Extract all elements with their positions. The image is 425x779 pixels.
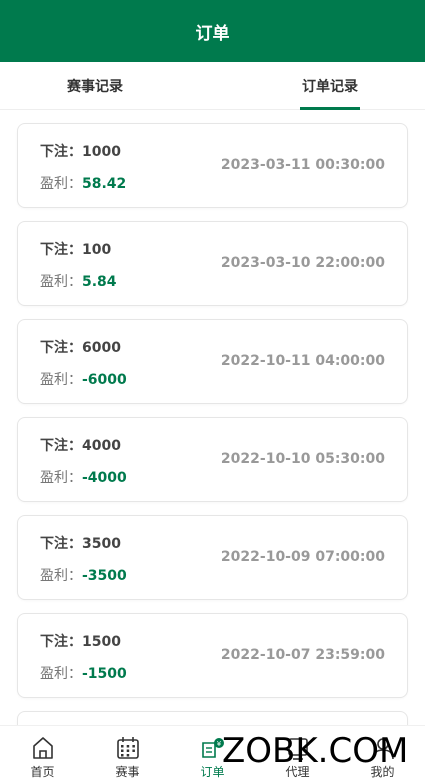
order-card[interactable]: 下注：1500 盈利：-1500 2022-10-07 23:59:00	[17, 613, 408, 698]
bet-amount: 下注：3500	[40, 533, 121, 553]
bet-amount: 下注：4000	[40, 435, 121, 455]
tab-label: 订单记录	[302, 79, 358, 95]
bet-label: 下注：	[40, 242, 82, 258]
nav-label: 赛事	[115, 765, 140, 779]
page-header: 订单	[0, 0, 425, 62]
order-time: 2022-10-11 04:00:00	[220, 353, 385, 369]
profit-label: 盈利：	[40, 666, 82, 682]
calendar-icon	[117, 737, 139, 759]
profit-amount: 盈利：-6000	[40, 369, 127, 389]
bet-label: 下注：	[40, 536, 82, 552]
home-icon	[33, 737, 53, 759]
bet-value: 100	[82, 242, 112, 258]
bet-value: 3500	[82, 536, 121, 552]
nav-item-matches[interactable]: 赛事	[85, 726, 170, 779]
profit-label: 盈利：	[40, 176, 82, 192]
order-time: 2023-03-10 22:00:00	[220, 255, 385, 271]
profit-amount: 盈利：5.84	[40, 271, 117, 291]
order-card[interactable]: 下注：100 盈利：5.84 2023-03-10 22:00:00	[17, 221, 408, 306]
bet-label: 下注：	[40, 340, 82, 356]
watermark-text: ZOBK.COM	[222, 731, 409, 771]
page-title: 订单	[195, 23, 230, 44]
order-card[interactable]: 下注：3500 盈利：-3500 2022-10-09 07:00:00	[17, 515, 408, 600]
bet-label: 下注：	[40, 634, 82, 650]
bet-value: 1000	[82, 144, 121, 160]
profit-label: 盈利：	[40, 274, 82, 290]
bet-value: 1500	[82, 634, 121, 650]
bet-value: 6000	[82, 340, 121, 356]
profit-amount: 盈利：-4000	[40, 467, 127, 487]
bet-label: 下注：	[40, 438, 82, 454]
order-list[interactable]: 下注：1000 盈利：58.42 2023-03-11 00:30:00 下注：…	[0, 110, 425, 725]
tab-label: 赛事记录	[67, 79, 123, 95]
order-time: 2022-10-09 07:00:00	[220, 549, 385, 565]
order-card[interactable]: 下注：4000 盈利：-4000 2022-10-10 05:30:00	[17, 417, 408, 502]
profit-label: 盈利：	[40, 470, 82, 486]
profit-amount: 盈利：-1500	[40, 663, 127, 683]
bet-value: 4000	[82, 438, 121, 454]
profit-label: 盈利：	[40, 568, 82, 584]
profit-value: 5.84	[82, 274, 117, 290]
bet-label: 下注：	[40, 144, 82, 160]
bet-amount: 下注：6000	[40, 337, 121, 357]
profit-value: -4000	[82, 470, 127, 486]
profit-amount: 盈利：-3500	[40, 565, 127, 585]
profit-label: 盈利：	[40, 372, 82, 388]
order-card-partial[interactable]	[17, 711, 408, 725]
order-card[interactable]: 下注：6000 盈利：-6000 2022-10-11 04:00:00	[17, 319, 408, 404]
profit-value: -6000	[82, 372, 127, 388]
tab-match-records[interactable]: 赛事记录	[35, 62, 155, 110]
profit-value: -1500	[82, 666, 127, 682]
bet-amount: 下注：100	[40, 239, 111, 259]
tab-bar: 赛事记录 订单记录	[0, 62, 425, 110]
order-time: 2022-10-07 23:59:00	[220, 647, 385, 663]
profit-amount: 盈利：58.42	[40, 173, 126, 193]
order-card[interactable]: 下注：1000 盈利：58.42 2023-03-11 00:30:00	[17, 123, 408, 208]
profit-value: 58.42	[82, 176, 127, 192]
bet-amount: 下注：1000	[40, 141, 121, 161]
tab-order-records[interactable]: 订单记录	[270, 62, 390, 110]
profit-value: -3500	[82, 568, 127, 584]
nav-label: 首页	[30, 765, 55, 779]
nav-item-home[interactable]: 首页	[0, 726, 85, 779]
order-time: 2023-03-11 00:30:00	[220, 157, 385, 173]
order-time: 2022-10-10 05:30:00	[220, 451, 385, 467]
bet-amount: 下注：1500	[40, 631, 121, 651]
